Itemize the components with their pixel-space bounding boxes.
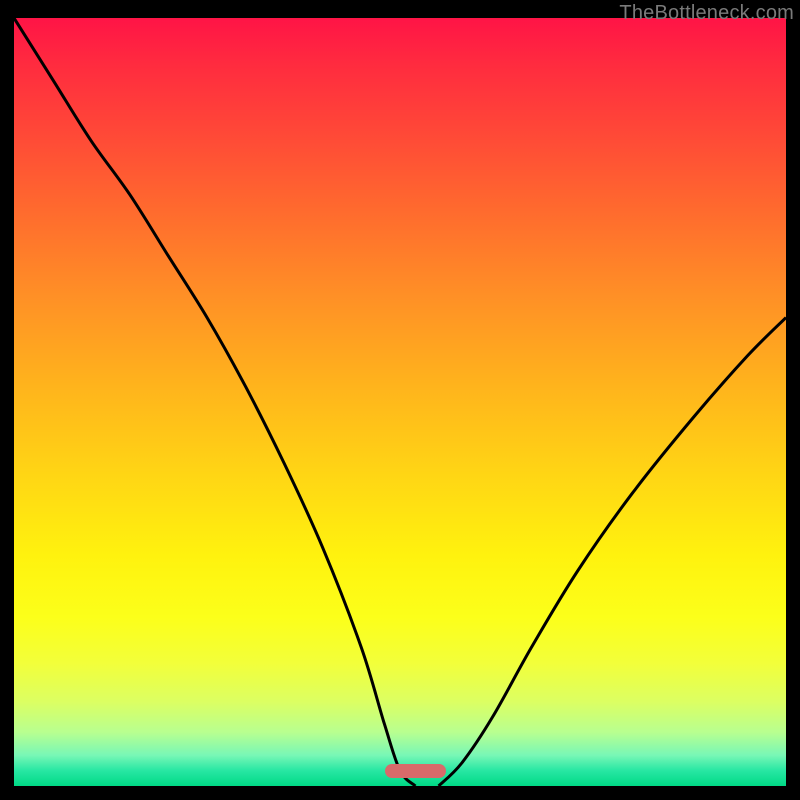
chart-frame: TheBottleneck.com bbox=[0, 0, 800, 800]
watermark-text: TheBottleneck.com bbox=[619, 2, 794, 25]
left-curve-path bbox=[14, 18, 415, 786]
bottleneck-curve bbox=[14, 18, 786, 786]
right-curve-path bbox=[439, 318, 786, 787]
plot-area bbox=[14, 18, 786, 786]
optimal-marker bbox=[385, 764, 447, 778]
